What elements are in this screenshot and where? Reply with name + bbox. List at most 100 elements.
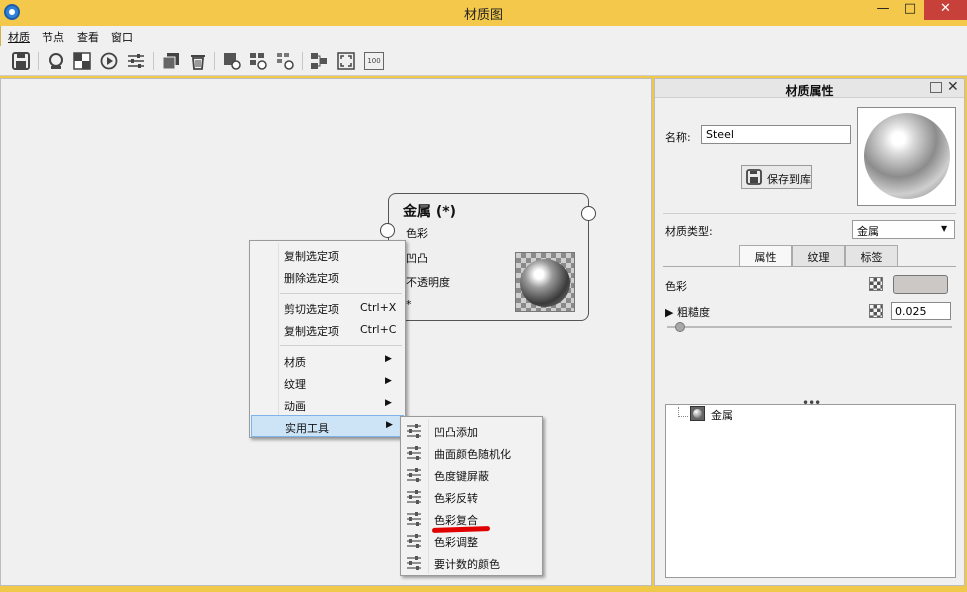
sliders-icon xyxy=(407,490,421,504)
tab-properties[interactable]: 属性 xyxy=(739,245,792,266)
node-input-bump: 凹凸 xyxy=(406,252,428,265)
submenu-arrow-icon: ▶ xyxy=(385,354,392,364)
menu-item-label: 复制选定项 xyxy=(284,250,339,263)
menu-item-copy-selection-ctrl-c[interactable]: 复制选定项 Ctrl+C xyxy=(251,319,404,341)
menu-separator xyxy=(280,345,402,346)
color-swatch[interactable] xyxy=(893,275,948,294)
title-bar: 材质图 — □ ✕ xyxy=(0,0,967,26)
chevron-down-icon: ▼ xyxy=(941,224,948,233)
menu-material[interactable]: 材质 xyxy=(8,29,30,45)
menu-node[interactable]: 节点 xyxy=(42,29,64,45)
node-add-icon[interactable] xyxy=(276,52,294,70)
output-port[interactable] xyxy=(581,206,596,221)
menu-item-label: 动画 xyxy=(284,400,306,413)
tab-texture[interactable]: 纹理 xyxy=(792,245,845,266)
submenu-item-label: 要计数的颜色 xyxy=(434,558,500,571)
menu-item-copy-selection[interactable]: 复制选定项 xyxy=(251,244,404,266)
sliders-icon xyxy=(407,556,421,570)
metal-node[interactable]: 金属 (*) 色彩 凹凸 不透明度 * xyxy=(380,193,596,321)
name-input[interactable] xyxy=(701,125,851,144)
divider xyxy=(663,213,956,214)
submenu-item-label: 色彩复合 xyxy=(434,514,478,527)
material-ball-icon[interactable] xyxy=(47,52,65,70)
node-icon[interactable] xyxy=(223,52,241,70)
menu-item-material[interactable]: 材质 ▶ xyxy=(251,350,404,372)
menu-window[interactable]: 窗口 xyxy=(111,29,133,45)
submenu-item-label: 色度键屏蔽 xyxy=(434,470,489,483)
input-port-color[interactable] xyxy=(380,223,395,238)
save-to-library-button[interactable]: 保存到库 xyxy=(741,165,812,189)
texture-map-icon[interactable] xyxy=(869,277,883,291)
submenu-arrow-icon: ▶ xyxy=(386,420,393,430)
layout-icon[interactable] xyxy=(310,52,328,70)
menu-item-label: 删除选定项 xyxy=(284,272,339,285)
panel-close-icon[interactable]: ✕ xyxy=(947,79,959,95)
material-type-value: 金属 xyxy=(857,225,879,238)
submenu-item-label: 色彩反转 xyxy=(434,492,478,505)
tree-item-metal[interactable]: 金属 xyxy=(711,407,733,423)
roughness-slider-track[interactable] xyxy=(667,326,952,328)
roughness-slider-thumb[interactable] xyxy=(675,322,685,332)
node-input-opacity: 不透明度 xyxy=(406,276,450,289)
save-icon[interactable] xyxy=(12,52,30,70)
submenu-item-color-invert[interactable]: 色彩反转 xyxy=(402,486,542,508)
color-label: 色彩 xyxy=(665,280,687,293)
utilities-submenu: 凹凸添加 曲面颜色随机化 色度键屏蔽 色彩反转 色彩复合 色彩调整 要计数的颜色 xyxy=(400,416,543,576)
menu-item-cut-selection[interactable]: 剪切选定项 Ctrl+X xyxy=(251,297,404,319)
submenu-item-color-to-count[interactable]: 要计数的颜色 xyxy=(402,552,542,574)
copy-icon[interactable] xyxy=(162,52,180,70)
submenu-item-chroma-key[interactable]: 色度键屏蔽 xyxy=(402,464,542,486)
toolbar-separator xyxy=(38,52,39,70)
submenu-item-label: 凹凸添加 xyxy=(434,426,478,439)
metal-sphere-image xyxy=(520,259,570,307)
tab-tags[interactable]: 标签 xyxy=(845,245,898,266)
menu-item-delete-selection[interactable]: 删除选定项 xyxy=(251,266,404,288)
material-properties-panel: 材质属性 ✕ 名称: 保存到库 材质类型: 金属 ▼ 属性 纹理 标签 色彩 ▶… xyxy=(654,78,965,586)
toolbar-separator xyxy=(214,52,215,70)
menu-item-label: 材质 xyxy=(284,356,306,369)
checker-icon[interactable] xyxy=(73,52,91,70)
save-icon xyxy=(746,169,762,185)
name-label: 名称: xyxy=(665,131,691,144)
submenu-item-color-adjust[interactable]: 色彩调整 xyxy=(402,530,542,552)
trash-icon[interactable] xyxy=(189,52,207,70)
submenu-item-label: 色彩调整 xyxy=(434,536,478,549)
menu-view[interactable]: 查看 xyxy=(77,29,99,45)
sliders-icon xyxy=(407,512,421,526)
menu-item-utilities[interactable]: 实用工具 ▶ xyxy=(251,415,404,437)
node-preview-thumbnail xyxy=(515,252,575,312)
close-button[interactable]: ✕ xyxy=(924,0,967,20)
sliders-icon xyxy=(407,468,421,482)
menu-item-label: 剪切选定项 xyxy=(284,303,339,316)
tree-connector xyxy=(678,407,688,417)
minimize-button[interactable]: — xyxy=(870,0,896,20)
maximize-button[interactable]: □ xyxy=(897,0,923,20)
submenu-item-surface-color-randomize[interactable]: 曲面颜色随机化 xyxy=(402,442,542,464)
tab-underline xyxy=(663,266,956,267)
play-icon[interactable] xyxy=(100,52,118,70)
metal-sphere-preview-image xyxy=(864,113,950,199)
node-input-color: 色彩 xyxy=(406,227,428,240)
menu-item-texture[interactable]: 纹理 ▶ xyxy=(251,372,404,394)
toolbar-separator xyxy=(302,52,303,70)
menu-item-label: 实用工具 xyxy=(285,422,329,435)
roughness-label[interactable]: ▶ 粗糙度 xyxy=(665,304,710,320)
texture-map-icon[interactable] xyxy=(869,304,883,318)
fit-view-icon[interactable] xyxy=(337,52,355,70)
menu-separator xyxy=(280,293,402,294)
material-type-label: 材质类型: xyxy=(665,225,713,238)
material-icon xyxy=(690,406,705,421)
node-group-icon[interactable] xyxy=(249,52,267,70)
roughness-input[interactable] xyxy=(891,302,951,320)
sliders-icon[interactable] xyxy=(127,52,145,70)
node-input-more: * xyxy=(406,298,412,311)
material-type-select[interactable]: 金属 ▼ xyxy=(852,220,955,239)
toolbar: 100 xyxy=(0,46,967,76)
menu-item-label: 复制选定项 xyxy=(284,325,339,338)
menu-item-animation[interactable]: 动画 ▶ xyxy=(251,394,404,416)
float-panel-icon[interactable] xyxy=(930,82,942,93)
sliders-icon xyxy=(407,424,421,438)
zoom-100-icon[interactable]: 100 xyxy=(364,52,384,70)
panel-header: 材质属性 ✕ xyxy=(655,79,964,98)
submenu-item-bump-add[interactable]: 凹凸添加 xyxy=(402,420,542,442)
